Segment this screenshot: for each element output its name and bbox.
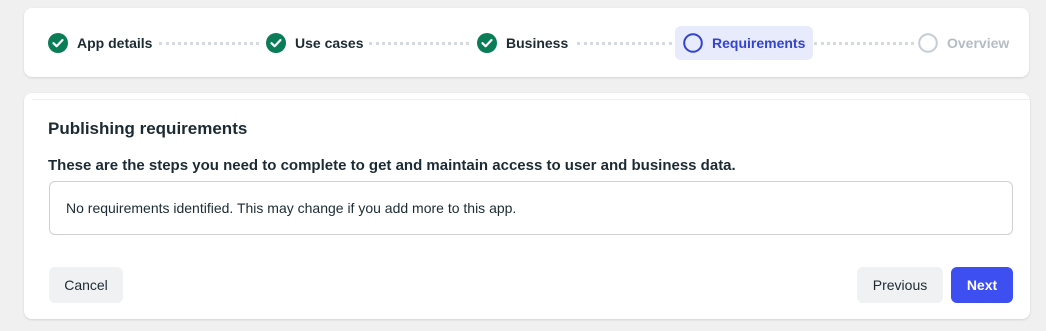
step-label: Use cases bbox=[295, 35, 364, 51]
empty-circle-icon bbox=[918, 33, 938, 53]
check-circle-icon bbox=[477, 33, 497, 53]
step-app-details[interactable]: App details bbox=[48, 26, 152, 60]
step-label: Requirements bbox=[712, 35, 806, 51]
step-overview[interactable]: Overview bbox=[918, 26, 1009, 60]
progress-stepper: App details Use cases Business Requireme… bbox=[24, 8, 1029, 77]
step-business[interactable]: Business bbox=[477, 26, 568, 60]
page-title: Publishing requirements bbox=[48, 119, 248, 138]
cancel-button[interactable]: Cancel bbox=[49, 267, 123, 303]
check-circle-icon bbox=[48, 33, 68, 53]
step-label: App details bbox=[77, 35, 153, 51]
section-description: These are the steps you need to complete… bbox=[48, 157, 736, 174]
next-button[interactable]: Next bbox=[951, 267, 1013, 303]
publishing-requirements-panel: Publishing requirements These are the st… bbox=[24, 93, 1030, 319]
previous-button[interactable]: Previous bbox=[857, 267, 943, 303]
step-label: Business bbox=[506, 35, 569, 51]
requirements-info-text: No requirements identified. This may cha… bbox=[66, 200, 517, 216]
empty-circle-icon bbox=[683, 33, 703, 53]
check-circle-icon bbox=[266, 33, 286, 53]
step-label: Overview bbox=[947, 35, 1010, 51]
requirements-info-box: No requirements identified. This may cha… bbox=[49, 181, 1013, 235]
step-connector bbox=[369, 42, 469, 45]
step-use-cases[interactable]: Use cases bbox=[266, 26, 364, 60]
step-connector bbox=[814, 42, 914, 45]
step-requirements[interactable]: Requirements bbox=[675, 26, 814, 60]
step-connector bbox=[577, 42, 672, 45]
step-connector bbox=[159, 42, 259, 45]
